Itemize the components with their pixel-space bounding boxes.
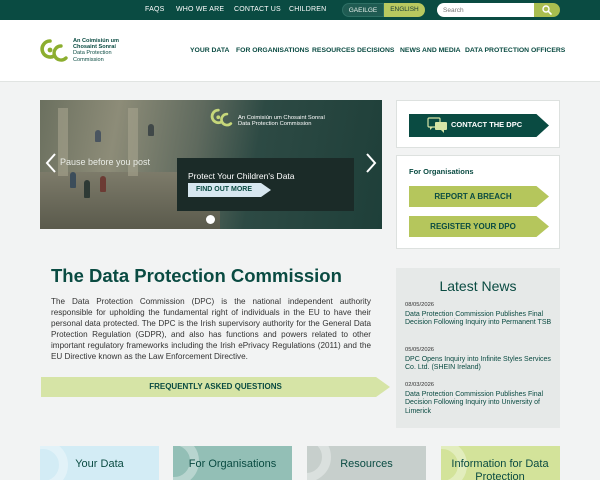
- search-icon: [542, 5, 552, 15]
- tile-information-for-dpos[interactable]: Information for Data Protection: [441, 446, 560, 480]
- logo-text[interactable]: An Coimisiún um Chosaint Sonraí Data Pro…: [73, 38, 119, 63]
- tile-information-label: Information for Data Protection: [451, 458, 549, 480]
- news-date: 05/05/2026: [405, 347, 435, 353]
- hero-person: [95, 130, 101, 142]
- news-item-link[interactable]: DPC Opens Inquiry into Infinite Styles S…: [405, 356, 555, 373]
- nav-decisions[interactable]: DECISIONS: [357, 46, 394, 56]
- nav-for-organisations[interactable]: FOR ORGANISATIONS: [236, 46, 309, 56]
- logo-line-english-2: Commission: [73, 56, 104, 63]
- hero-person: [70, 172, 76, 188]
- carousel-next-icon[interactable]: [364, 152, 378, 174]
- tile-for-organisations-label: For Organisations: [188, 458, 277, 470]
- top-link-faqs[interactable]: FAQS: [145, 0, 164, 20]
- news-item-link[interactable]: Data Protection Commission Publishes Fin…: [405, 391, 555, 416]
- hero-person: [100, 176, 106, 192]
- hero-logo-text: An Coimisiún um Chosaint Sonraí Data Pro…: [238, 115, 325, 127]
- chat-bubbles-icon: [427, 117, 447, 133]
- news-date: 08/05/2026: [405, 302, 435, 308]
- search-input[interactable]: [437, 3, 534, 17]
- intro-paragraph: The Data Protection Commission (DPC) is …: [51, 297, 371, 361]
- hero-caption-title: Protect Your Children's Data: [188, 171, 295, 181]
- news-date: 02/03/2026: [405, 382, 435, 388]
- report-a-breach-button[interactable]: REPORT A BREACH: [409, 186, 549, 207]
- tile-resources[interactable]: Resources: [307, 446, 426, 480]
- search-button[interactable]: [534, 3, 560, 17]
- hero-dpc-logo-icon: [210, 108, 233, 127]
- language-gaeilge-button[interactable]: GAEILGE: [342, 3, 384, 17]
- tile-your-data[interactable]: Your Data: [40, 446, 159, 480]
- hero-pause-text: Pause before you post: [60, 157, 151, 167]
- top-link-contact-us[interactable]: CONTACT US: [234, 0, 281, 20]
- hero-person: [84, 180, 90, 198]
- frequently-asked-questions-button[interactable]: FREQUENTLY ASKED QUESTIONS: [41, 377, 390, 397]
- hero-logo-line-english: Data Protection Commission: [238, 121, 312, 128]
- latest-news-title: Latest News: [439, 278, 517, 294]
- tile-your-data-label: Your Data: [75, 458, 124, 470]
- carousel-prev-icon[interactable]: [44, 152, 58, 174]
- nav-your-data[interactable]: YOUR DATA: [190, 46, 229, 56]
- carousel-dot[interactable]: [206, 215, 215, 224]
- nav-news-and-media[interactable]: NEWS AND MEDIA: [400, 46, 461, 56]
- tile-resources-label: Resources: [340, 458, 393, 470]
- tile-for-organisations[interactable]: For Organisations: [173, 446, 292, 480]
- nav-resources[interactable]: RESOURCES: [312, 46, 355, 56]
- nav-data-protection-officers[interactable]: DATA PROTECTION OFFICERS: [465, 46, 565, 56]
- organisations-title: For Organisations: [409, 167, 474, 176]
- dpc-logo-icon[interactable]: [40, 37, 72, 65]
- contact-the-dpc-label: CONTACT THE DPC: [451, 120, 523, 129]
- find-out-more-button[interactable]: FIND OUT MORE: [188, 183, 271, 197]
- page-title: The Data Protection Commission: [51, 265, 342, 286]
- language-english-button[interactable]: ENGLISH: [384, 3, 425, 17]
- hero-person: [148, 124, 154, 136]
- register-your-dpo-button[interactable]: REGISTER YOUR DPO: [409, 216, 549, 237]
- top-link-children[interactable]: CHILDREN: [289, 0, 326, 20]
- top-link-who-we-are[interactable]: WHO WE ARE: [176, 0, 224, 20]
- news-item-link[interactable]: Data Protection Commission Publishes Fin…: [405, 311, 555, 328]
